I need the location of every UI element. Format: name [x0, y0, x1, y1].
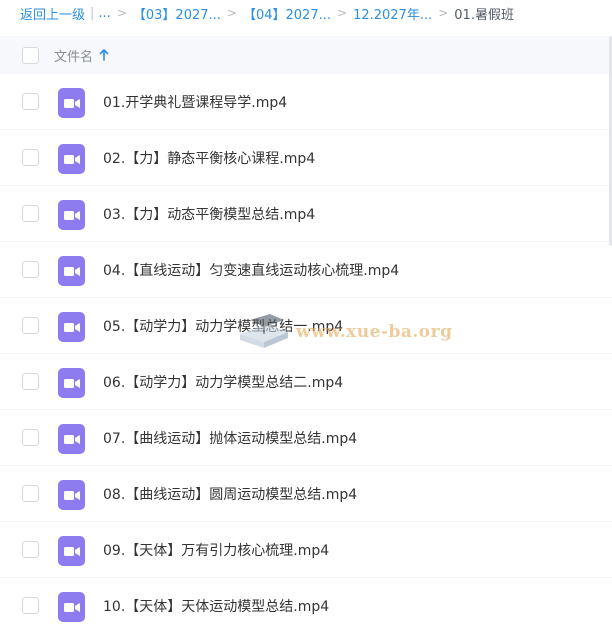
file-name[interactable]: 10.【天体】天体运动模型总结.mp4: [103, 596, 329, 616]
breadcrumb-crumb-2[interactable]: 【04】2027...: [243, 4, 331, 23]
file-row[interactable]: 05.【动学力】动力学模型总结一.mp4: [0, 298, 612, 354]
breadcrumb-separator: >: [438, 6, 449, 20]
breadcrumb-separator: >: [116, 6, 127, 20]
file-name[interactable]: 07.【曲线运动】抛体运动模型总结.mp4: [103, 428, 357, 448]
file-list: 01.开学典礼暨课程导学.mp4 02.【力】静态平衡核心课程.mp4 03.【…: [0, 74, 612, 632]
row-checkbox[interactable]: [22, 317, 39, 334]
breadcrumb-ellipsis[interactable]: ...: [98, 6, 110, 21]
breadcrumb-separator: >: [226, 6, 237, 20]
breadcrumb-current: 01.暑假班: [454, 7, 514, 23]
video-icon: [58, 144, 85, 174]
video-icon: [58, 424, 85, 454]
video-icon: [58, 256, 85, 286]
video-icon: [58, 592, 85, 622]
arrow-up-icon: [99, 49, 109, 61]
row-checkbox[interactable]: [22, 485, 39, 502]
file-row[interactable]: 03.【力】动态平衡模型总结.mp4: [0, 186, 612, 242]
breadcrumb-crumb-3[interactable]: 12.2027年...: [353, 4, 432, 23]
video-icon: [58, 536, 85, 566]
column-name-label: 文件名: [54, 49, 94, 65]
file-name[interactable]: 03.【力】动态平衡模型总结.mp4: [103, 204, 315, 224]
video-icon: [58, 88, 85, 118]
row-checkbox[interactable]: [22, 429, 39, 446]
row-checkbox[interactable]: [22, 93, 39, 110]
row-checkbox[interactable]: [22, 373, 39, 390]
breadcrumb-crumb-1[interactable]: 【03】2027...: [133, 4, 221, 23]
row-checkbox[interactable]: [22, 541, 39, 558]
file-row[interactable]: 10.【天体】天体运动模型总结.mp4: [0, 578, 612, 632]
select-all-checkbox[interactable]: [22, 46, 39, 64]
row-checkbox[interactable]: [22, 149, 39, 166]
file-row[interactable]: 07.【曲线运动】抛体运动模型总结.mp4: [0, 410, 612, 466]
breadcrumb: 返回上一级 | ... > 【03】2027... > 【04】2027... …: [0, 0, 612, 26]
file-name[interactable]: 08.【曲线运动】圆周运动模型总结.mp4: [103, 484, 357, 504]
file-row[interactable]: 01.开学典礼暨课程导学.mp4: [0, 74, 612, 130]
file-name[interactable]: 09.【天体】万有引力核心梳理.mp4: [103, 540, 329, 560]
row-checkbox[interactable]: [22, 205, 39, 222]
breadcrumb-divider: |: [90, 5, 95, 21]
file-row[interactable]: 02.【力】静态平衡核心课程.mp4: [0, 130, 612, 186]
file-row[interactable]: 09.【天体】万有引力核心梳理.mp4: [0, 522, 612, 578]
file-name[interactable]: 06.【动学力】动力学模型总结二.mp4: [103, 372, 343, 392]
row-checkbox[interactable]: [22, 597, 39, 614]
sort-by-name[interactable]: 文件名: [54, 46, 109, 65]
file-name[interactable]: 02.【力】静态平衡核心课程.mp4: [103, 148, 315, 168]
file-name[interactable]: 04.【直线运动】匀变速直线运动核心梳理.mp4: [103, 260, 399, 280]
video-icon: [58, 200, 85, 230]
back-link[interactable]: 返回上一级: [20, 4, 85, 23]
video-icon: [58, 368, 85, 398]
file-row[interactable]: 04.【直线运动】匀变速直线运动核心梳理.mp4: [0, 242, 612, 298]
file-name[interactable]: 05.【动学力】动力学模型总结一.mp4: [103, 316, 343, 336]
video-icon: [58, 480, 85, 510]
file-row[interactable]: 06.【动学力】动力学模型总结二.mp4: [0, 354, 612, 410]
file-name[interactable]: 01.开学典礼暨课程导学.mp4: [103, 92, 287, 112]
list-header: 文件名: [0, 36, 612, 74]
row-checkbox[interactable]: [22, 261, 39, 278]
file-row[interactable]: 08.【曲线运动】圆周运动模型总结.mp4: [0, 466, 612, 522]
video-icon: [58, 312, 85, 342]
breadcrumb-separator: >: [337, 6, 348, 20]
